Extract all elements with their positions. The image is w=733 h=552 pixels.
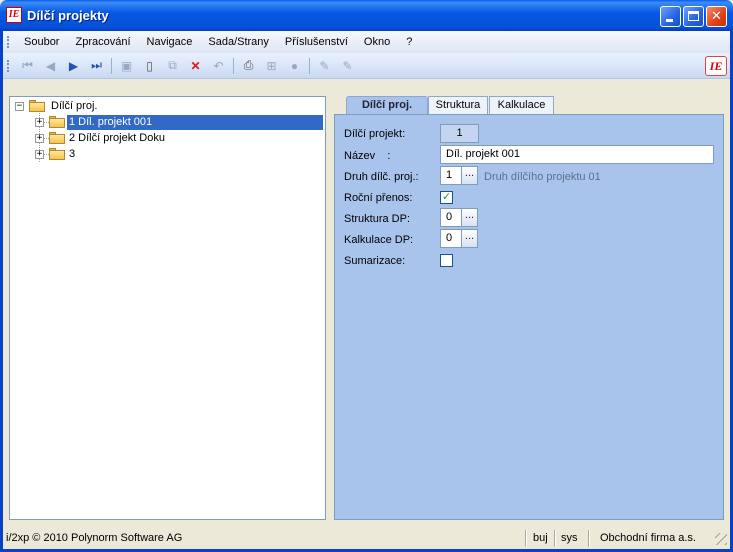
ie-logo-icon: IE — [705, 56, 727, 76]
toolbar-separator — [111, 57, 112, 74]
menu-prislusenstvi[interactable]: Příslušenství — [277, 31, 356, 53]
tab-strip: Dílčí proj. Struktura Kalkulace — [334, 96, 724, 115]
new-document-icon[interactable]: ▯ — [140, 56, 159, 75]
tree-item[interactable]: 1 Díl. projekt 001 — [67, 115, 323, 130]
next-record-icon[interactable]: ▶ — [64, 56, 83, 75]
save-icon[interactable]: ▣ — [117, 56, 136, 75]
close-icon: ✕ — [711, 9, 722, 24]
status-user: buj — [533, 532, 548, 544]
dilci-projekt-label: Dílčí projekt: — [344, 128, 406, 140]
rocni-prenos-checkbox[interactable]: ✓ — [440, 191, 453, 204]
ie-logo-icon: IE — [6, 7, 22, 23]
nazev-label: Název : — [344, 150, 391, 162]
edit-alt-icon[interactable]: ✎ — [338, 56, 357, 75]
tree-item[interactable]: 3 — [67, 147, 77, 162]
folder-icon — [49, 132, 65, 144]
status-bar: i/2xp © 2010 Polynorm Software AG buj sy… — [3, 527, 730, 549]
toolbar-separator — [309, 57, 310, 74]
status-separator — [525, 530, 527, 547]
folder-icon — [29, 100, 45, 112]
folder-open-icon — [49, 116, 65, 128]
resize-grip-icon[interactable] — [715, 533, 727, 545]
druh-label: Druh dílč. proj.: — [344, 171, 419, 183]
folder-icon — [49, 148, 65, 160]
menu-okno[interactable]: Okno — [356, 31, 398, 53]
toolbar: ⏮ ◀ ▶ ⏭ ▣ ▯ ⧉ ✕ ↶ ⎙ ⊞ ● ✎ ✎ IE — [3, 53, 730, 79]
toolbar-separator — [233, 57, 234, 74]
druh-field[interactable]: 1 — [440, 166, 462, 185]
minimize-button[interactable] — [660, 6, 681, 27]
print-icon[interactable]: ⎙ — [239, 56, 258, 75]
tree-view-icon[interactable]: ⊞ — [262, 56, 281, 75]
title-bar[interactable]: IE Dílčí projekty ✕ — [0, 0, 733, 31]
sumarizace-checkbox[interactable] — [440, 254, 453, 267]
status-copyright: i/2xp © 2010 Polynorm Software AG — [6, 532, 183, 544]
delete-icon[interactable]: ✕ — [186, 56, 205, 75]
maximize-icon — [688, 11, 699, 21]
last-record-icon[interactable]: ⏭ — [87, 56, 106, 75]
project-tree[interactable]: − Dílčí proj. + 1 Díl. projekt 001 + 2 D… — [9, 96, 326, 520]
window-title: Dílčí projekty — [27, 8, 109, 23]
refresh-icon[interactable]: ● — [285, 56, 304, 75]
first-record-icon[interactable]: ⏮ — [18, 56, 37, 75]
tab-struktura[interactable]: Struktura — [428, 96, 488, 114]
tab-kalkulace[interactable]: Kalkulace — [489, 96, 554, 114]
toolbar-grip[interactable] — [7, 59, 10, 72]
window-frame-left — [0, 31, 3, 552]
struktura-dp-label: Struktura DP: — [344, 213, 411, 225]
rocni-prenos-label: Roční přenos: — [344, 192, 413, 204]
kalkulace-dp-lookup-button[interactable]: ... — [461, 229, 478, 248]
close-button[interactable]: ✕ — [706, 6, 727, 27]
minimize-icon — [666, 19, 673, 22]
detail-panel: Dílčí projekt: 1 Název : Díl. projekt 00… — [334, 114, 724, 520]
status-role: sys — [561, 532, 578, 544]
menu-navigace[interactable]: Navigace — [139, 31, 201, 53]
expand-icon[interactable]: + — [35, 118, 44, 127]
menu-grip[interactable] — [7, 36, 10, 48]
undo-icon[interactable]: ↶ — [209, 56, 228, 75]
tree-item[interactable]: 2 Dílčí projekt Doku — [67, 131, 167, 146]
menu-soubor[interactable]: Soubor — [16, 31, 67, 53]
tab-dilci-proj[interactable]: Dílčí proj. — [346, 96, 428, 115]
kalkulace-dp-label: Kalkulace DP: — [344, 234, 414, 246]
menu-zpracovani[interactable]: Zpracování — [67, 31, 138, 53]
menu-help[interactable]: ? — [398, 31, 420, 53]
copy-icon[interactable]: ⧉ — [163, 56, 182, 75]
status-separator — [554, 530, 556, 547]
status-company: Obchodní firma a.s. — [600, 532, 696, 544]
expand-icon[interactable]: + — [35, 150, 44, 159]
struktura-dp-lookup-button[interactable]: ... — [461, 208, 478, 227]
maximize-button[interactable] — [683, 6, 704, 27]
menu-sada-strany[interactable]: Sada/Strany — [200, 31, 277, 53]
druh-hint: Druh dílčího projektu 01 — [484, 171, 601, 183]
sumarizace-label: Sumarizace: — [344, 255, 406, 267]
kalkulace-dp-field[interactable]: 0 — [440, 229, 462, 248]
nazev-field[interactable]: Díl. projekt 001 — [440, 145, 714, 164]
menu-bar: Soubor Zpracování Navigace Sada/Strany P… — [3, 31, 730, 53]
tree-root-label[interactable]: Dílčí proj. — [49, 99, 99, 114]
expand-icon[interactable]: + — [35, 134, 44, 143]
struktura-dp-field[interactable]: 0 — [440, 208, 462, 227]
status-separator — [588, 530, 590, 547]
druh-lookup-button[interactable]: ... — [461, 166, 478, 185]
edit-icon[interactable]: ✎ — [315, 56, 334, 75]
collapse-icon[interactable]: − — [15, 102, 24, 111]
dilci-projekt-field: 1 — [440, 124, 479, 143]
previous-record-icon[interactable]: ◀ — [41, 56, 60, 75]
